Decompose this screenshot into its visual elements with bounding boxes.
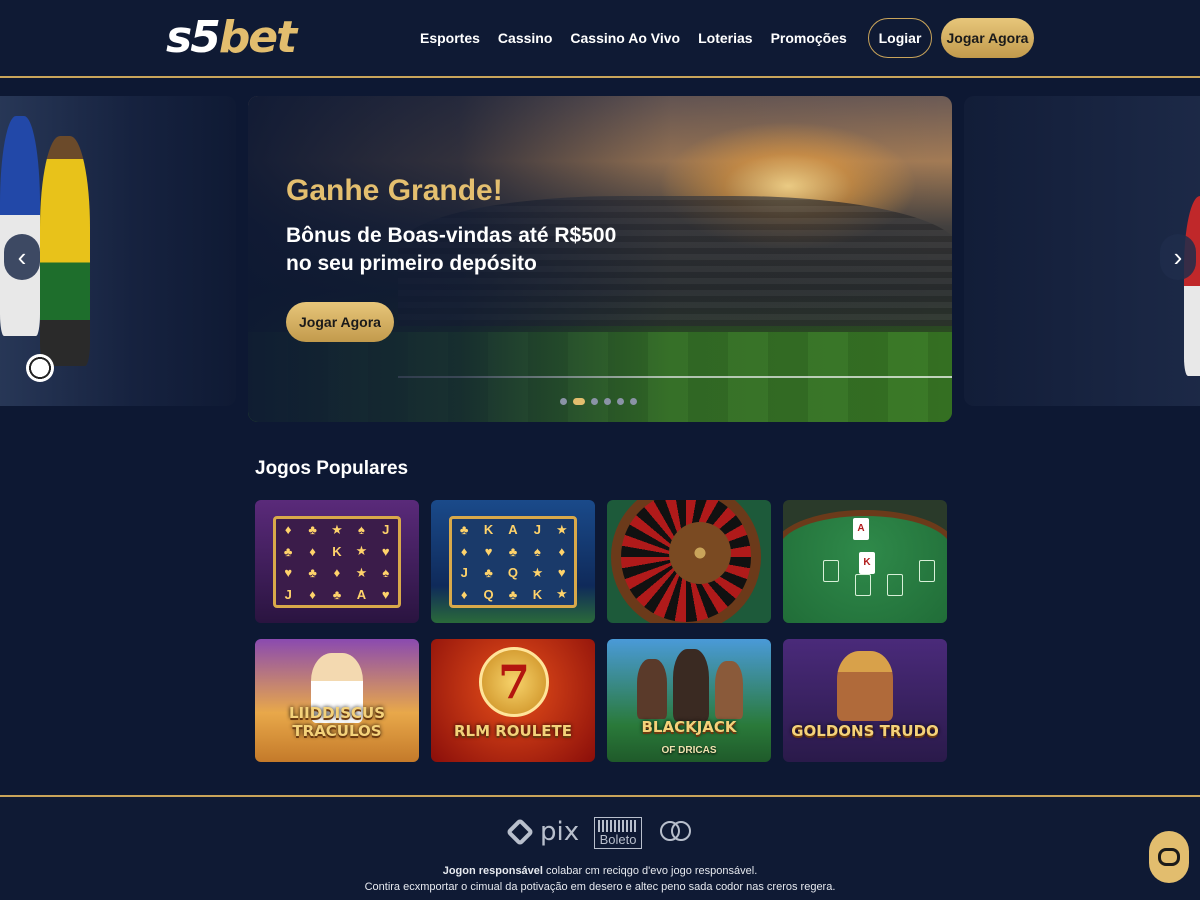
player-figure bbox=[40, 136, 90, 366]
character-figure bbox=[637, 659, 667, 719]
hero-subtitle: Bônus de Boas-vindas até R$500 no seu pr… bbox=[286, 224, 617, 275]
chevron-left-icon: ‹ bbox=[17, 241, 27, 272]
card-box bbox=[823, 560, 839, 582]
carousel-dots bbox=[560, 398, 637, 405]
chat-icon bbox=[1158, 848, 1180, 866]
mastercard-icon bbox=[660, 817, 692, 849]
card-box bbox=[919, 560, 935, 582]
game-card[interactable] bbox=[607, 500, 771, 623]
game-card[interactable]: A K bbox=[783, 500, 947, 623]
login-button[interactable]: Logiar bbox=[868, 18, 932, 58]
barcode-icon bbox=[598, 819, 638, 832]
responsible-gaming-text: Jogon responsável colabar cm reciqgo d'e… bbox=[0, 865, 1200, 877]
game-title: LIIDDISCUS TRACULOS bbox=[289, 704, 385, 740]
character-figure bbox=[715, 661, 743, 719]
main-nav: Esportes Cassino Cassino Ao Vivo Loteria… bbox=[420, 28, 847, 48]
slot-reels-image: ♦ ♣ ★ ♠ J ♣ ♦ K ★ ♥ ♥ ♣ ♦ ★ ♠ J ♦ ♣ A ♥ bbox=[273, 516, 401, 608]
carousel-prev-button[interactable]: ‹ bbox=[4, 234, 40, 280]
game-card[interactable]: ♣ K A J ★ ♦ ♥ ♣ ♠ ♦ J ♣ Q ★ ♥ ♦ Q ♣ K ★ bbox=[431, 500, 595, 623]
carousel-dot[interactable] bbox=[591, 398, 598, 405]
chevron-right-icon: › bbox=[1173, 241, 1183, 272]
game-card[interactable]: LIIDDISCUS TRACULOS bbox=[255, 639, 419, 762]
nav-item-cassino-ao-vivo[interactable]: Cassino Ao Vivo bbox=[570, 28, 680, 48]
carousel-next-button[interactable]: › bbox=[1160, 234, 1196, 280]
pix-icon bbox=[505, 817, 535, 847]
game-title: RLM ROULETE bbox=[453, 722, 573, 740]
character-figure bbox=[673, 649, 709, 721]
character-figure bbox=[837, 651, 893, 721]
game-card[interactable]: BLACKJACK OF DRICAS bbox=[607, 639, 771, 762]
play-now-button[interactable]: Jogar Agora bbox=[941, 18, 1034, 58]
nav-item-esportes[interactable]: Esportes bbox=[420, 28, 480, 48]
nav-item-promocoes[interactable]: Promoções bbox=[771, 28, 847, 48]
hero-play-button[interactable]: Jogar Agora bbox=[286, 302, 394, 342]
player-figure bbox=[0, 116, 40, 336]
responsible-gaming-heading: Jogon responsável bbox=[442, 865, 543, 877]
section-title-popular-games: Jogos Populares bbox=[255, 458, 409, 479]
nav-item-cassino[interactable]: Cassino bbox=[498, 28, 552, 48]
carousel-dot[interactable] bbox=[604, 398, 611, 405]
boleto-label: Boleto bbox=[599, 831, 637, 847]
ball-icon bbox=[26, 354, 54, 382]
carousel-dot[interactable] bbox=[560, 398, 567, 405]
carousel-dot[interactable] bbox=[617, 398, 624, 405]
carousel-dot-active[interactable] bbox=[573, 398, 585, 405]
game-card[interactable]: ♦ ♣ ★ ♠ J ♣ ♦ K ★ ♥ ♥ ♣ ♦ ★ ♠ J ♦ ♣ A ♥ bbox=[255, 500, 419, 623]
nav-item-loterias[interactable]: Loterias bbox=[698, 28, 752, 48]
card-box bbox=[855, 574, 871, 596]
hero-title: Ganhe Grande! bbox=[286, 174, 503, 207]
pix-label: pix bbox=[540, 817, 580, 847]
game-subtitle: OF DRICAS bbox=[661, 745, 717, 756]
game-title: GOLDONS TRUDO bbox=[791, 722, 939, 740]
game-card[interactable]: GOLDONS TRUDO bbox=[783, 639, 947, 762]
game-card[interactable]: 7 RLM ROULETE bbox=[431, 639, 595, 762]
hero-banner[interactable]: Ganhe Grande! Bônus de Boas-vindas até R… bbox=[248, 96, 952, 422]
playing-card: A bbox=[853, 518, 869, 540]
chat-button[interactable] bbox=[1149, 831, 1189, 883]
seven-icon: 7 bbox=[479, 647, 549, 717]
games-grid: ♦ ♣ ★ ♠ J ♣ ♦ K ★ ♥ ♥ ♣ ♦ ★ ♠ J ♦ ♣ A ♥ ♣ K A J ★ ♦ ♥ ♣ ♠ ♦ J ♣ Q ★… bbox=[255, 500, 947, 762]
slot-reels-image: ♣ K A J ★ ♦ ♥ ♣ ♠ ♦ J ♣ Q ★ ♥ ♦ Q ♣ K ★ bbox=[449, 516, 577, 608]
site-header: s5bet Esportes Cassino Cassino Ao Vivo L… bbox=[0, 0, 1200, 78]
carousel-dot[interactable] bbox=[630, 398, 637, 405]
game-title: BLACKJACK bbox=[641, 718, 737, 736]
logo[interactable]: s5bet bbox=[166, 12, 297, 64]
payment-pix: pix bbox=[505, 817, 580, 847]
footer-disclaimer: Contira ecxmportar o cimual da potivação… bbox=[364, 881, 836, 893]
payment-boleto: Boleto bbox=[594, 817, 642, 849]
logo-part-bet: bet bbox=[218, 12, 297, 63]
responsible-gaming-line: colabar cm reciqgo d'evo jogo responsáve… bbox=[542, 865, 758, 877]
logo-part-s5: s5 bbox=[166, 12, 221, 63]
card-box bbox=[887, 574, 903, 596]
roulette-wheel-image bbox=[611, 500, 761, 623]
playing-card: K bbox=[859, 552, 875, 574]
site-footer: pix Boleto Jogon responsável colabar cm … bbox=[0, 795, 1200, 900]
player-figure bbox=[1184, 196, 1200, 376]
roulette-center bbox=[669, 522, 731, 584]
